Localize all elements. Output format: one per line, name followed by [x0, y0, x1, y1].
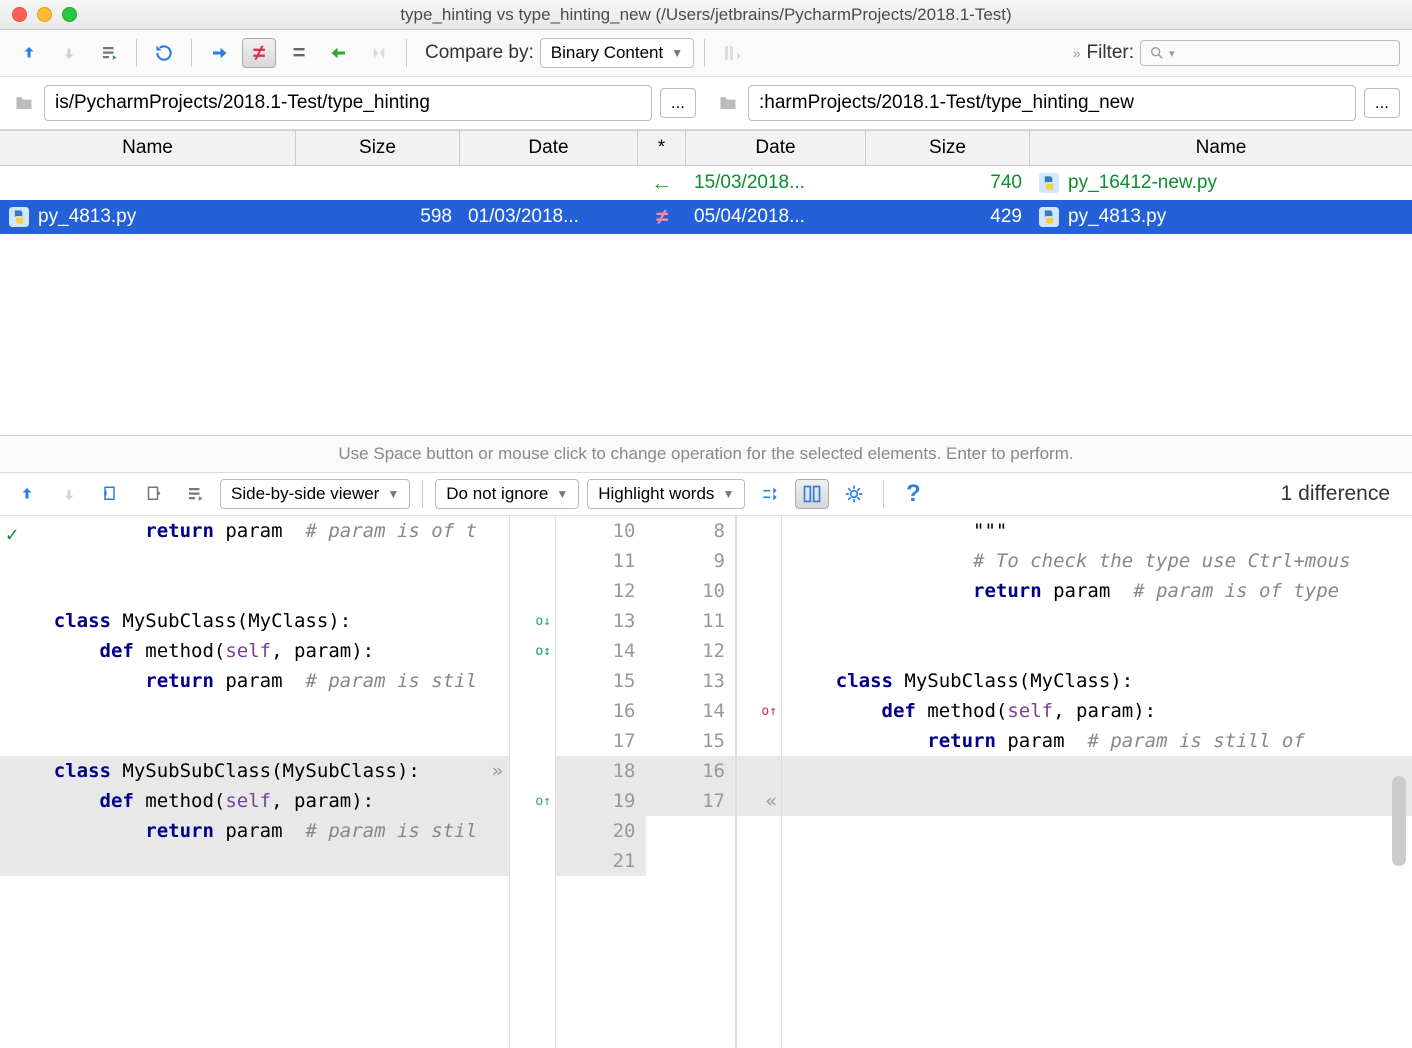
diff-count-label: 1 difference [1281, 482, 1402, 506]
compare-toolbar: ≠ = Compare by: Binary Content ▼ » Filte… [0, 30, 1412, 77]
col-date-right[interactable]: Date [686, 131, 866, 165]
chevron-down-icon: ▼ [722, 487, 734, 501]
sync-scroll-icon[interactable] [795, 479, 829, 509]
chevron-down-icon: ▼ [387, 487, 399, 501]
prev-diff-icon[interactable] [10, 479, 44, 509]
next-diff-icon[interactable] [52, 479, 86, 509]
col-date-left[interactable]: Date [460, 131, 638, 165]
col-name-right[interactable]: Name [1030, 131, 1412, 165]
python-file-icon [8, 206, 30, 228]
check-icon: ✓ [6, 522, 18, 546]
edit-source-icon[interactable] [178, 479, 212, 509]
insert-left-icon[interactable]: « [766, 790, 777, 812]
window-title: type_hinting vs type_hinting_new (/Users… [12, 5, 1400, 25]
file-table-body: ← 15/03/2018... 740 py_16412-new.py py_4… [0, 166, 1412, 436]
compare-mode-select[interactable]: Binary Content ▼ [540, 38, 694, 68]
folder-icon [716, 93, 740, 113]
not-equal-icon[interactable]: ≠ [242, 38, 276, 68]
help-icon[interactable]: ? [896, 479, 930, 509]
close-window-button[interactable] [12, 7, 27, 22]
arrow-down-icon[interactable] [52, 38, 86, 68]
insert-right-icon[interactable]: » [492, 760, 503, 782]
arrow-up-icon[interactable] [12, 38, 46, 68]
expand-tree-icon[interactable] [715, 38, 749, 68]
apply-right-icon[interactable] [136, 479, 170, 509]
search-icon [1149, 45, 1165, 61]
override-up-icon[interactable]: o↑ [761, 704, 777, 719]
override-up-icon[interactable]: o↑ [535, 794, 551, 809]
compare-by-label: Compare by: [425, 42, 534, 64]
table-row-selected[interactable]: py_4813.py 598 01/03/2018... ≠ 05/04/201… [0, 200, 1412, 234]
refresh-icon[interactable] [147, 38, 181, 68]
hint-text: Use Space button or mouse click to chang… [0, 436, 1412, 473]
highlight-mode-select[interactable]: Highlight words▼ [587, 479, 745, 509]
diff-viewer: ✓ return param # param is of t class MyS… [0, 516, 1412, 1048]
diff-toolbar: Side-by-side viewer▼ Do not ignore▼ High… [0, 473, 1412, 516]
arrow-right-blue-icon[interactable] [202, 38, 236, 68]
apply-left-icon[interactable] [94, 479, 128, 509]
gutter-right-numbers: 891011121314151617 [646, 516, 736, 1048]
compare-mode-value: Binary Content [551, 43, 663, 63]
path-bar: is/PycharmProjects/2018.1-Test/type_hint… [0, 77, 1412, 130]
not-equal-icon: ≠ [656, 204, 668, 230]
settings-gear-icon[interactable] [837, 479, 871, 509]
filter-label: » Filter: [1073, 42, 1134, 64]
left-path-field[interactable]: is/PycharmProjects/2018.1-Test/type_hint… [44, 85, 652, 121]
gutter-icons-right: o↑ « [736, 516, 782, 1048]
file-table-header: Name Size Date * Date Size Name [0, 130, 1412, 166]
equal-icon[interactable]: = [282, 38, 316, 68]
gutter-icons-left: o↓ o↑o↓ o↑ [510, 516, 556, 1048]
browse-left-button[interactable]: ... [660, 88, 696, 118]
python-file-icon [1038, 172, 1060, 194]
filter-input[interactable]: ▾ [1140, 40, 1400, 66]
right-path-field[interactable]: :harmProjects/2018.1-Test/type_hinting_n… [748, 85, 1356, 121]
left-editor[interactable]: return param # param is of t class MySub… [0, 516, 510, 1048]
collapse-unchanged-icon[interactable] [753, 479, 787, 509]
override-down-icon[interactable]: o↓ [535, 644, 551, 659]
col-size-left[interactable]: Size [296, 131, 460, 165]
minimize-window-button[interactable] [37, 7, 52, 22]
scrollbar-right[interactable] [1392, 776, 1406, 866]
col-name-left[interactable]: Name [0, 131, 296, 165]
ignore-mode-select[interactable]: Do not ignore▼ [435, 479, 579, 509]
line-number-gutter: 101112131415161718192021 891011121314151… [556, 516, 736, 1048]
right-editor[interactable]: """ # To check the type use Ctrl+mous re… [782, 516, 1412, 1048]
python-file-icon [1038, 206, 1060, 228]
gutter-left-numbers: 101112131415161718192021 [556, 516, 646, 1048]
view-mode-select[interactable]: Side-by-side viewer▼ [220, 479, 410, 509]
chevron-down-icon: ▼ [556, 487, 568, 501]
titlebar: type_hinting vs type_hinting_new (/Users… [0, 0, 1412, 30]
arrow-left-green-icon: ← [651, 170, 673, 196]
chevron-down-icon: ▼ [671, 46, 683, 60]
folder-icon [12, 93, 36, 113]
arrow-left-green-icon[interactable] [322, 38, 356, 68]
table-row[interactable]: ← 15/03/2018... 740 py_16412-new.py [0, 166, 1412, 200]
diff-merge-icon[interactable] [362, 38, 396, 68]
col-size-right[interactable]: Size [866, 131, 1030, 165]
zoom-window-button[interactable] [62, 7, 77, 22]
col-status[interactable]: * [638, 131, 686, 165]
browse-right-button[interactable]: ... [1364, 88, 1400, 118]
expand-chevron-icon: » [1073, 45, 1081, 61]
override-down-icon[interactable]: o↓ [535, 614, 551, 629]
edit-icon[interactable] [92, 38, 126, 68]
